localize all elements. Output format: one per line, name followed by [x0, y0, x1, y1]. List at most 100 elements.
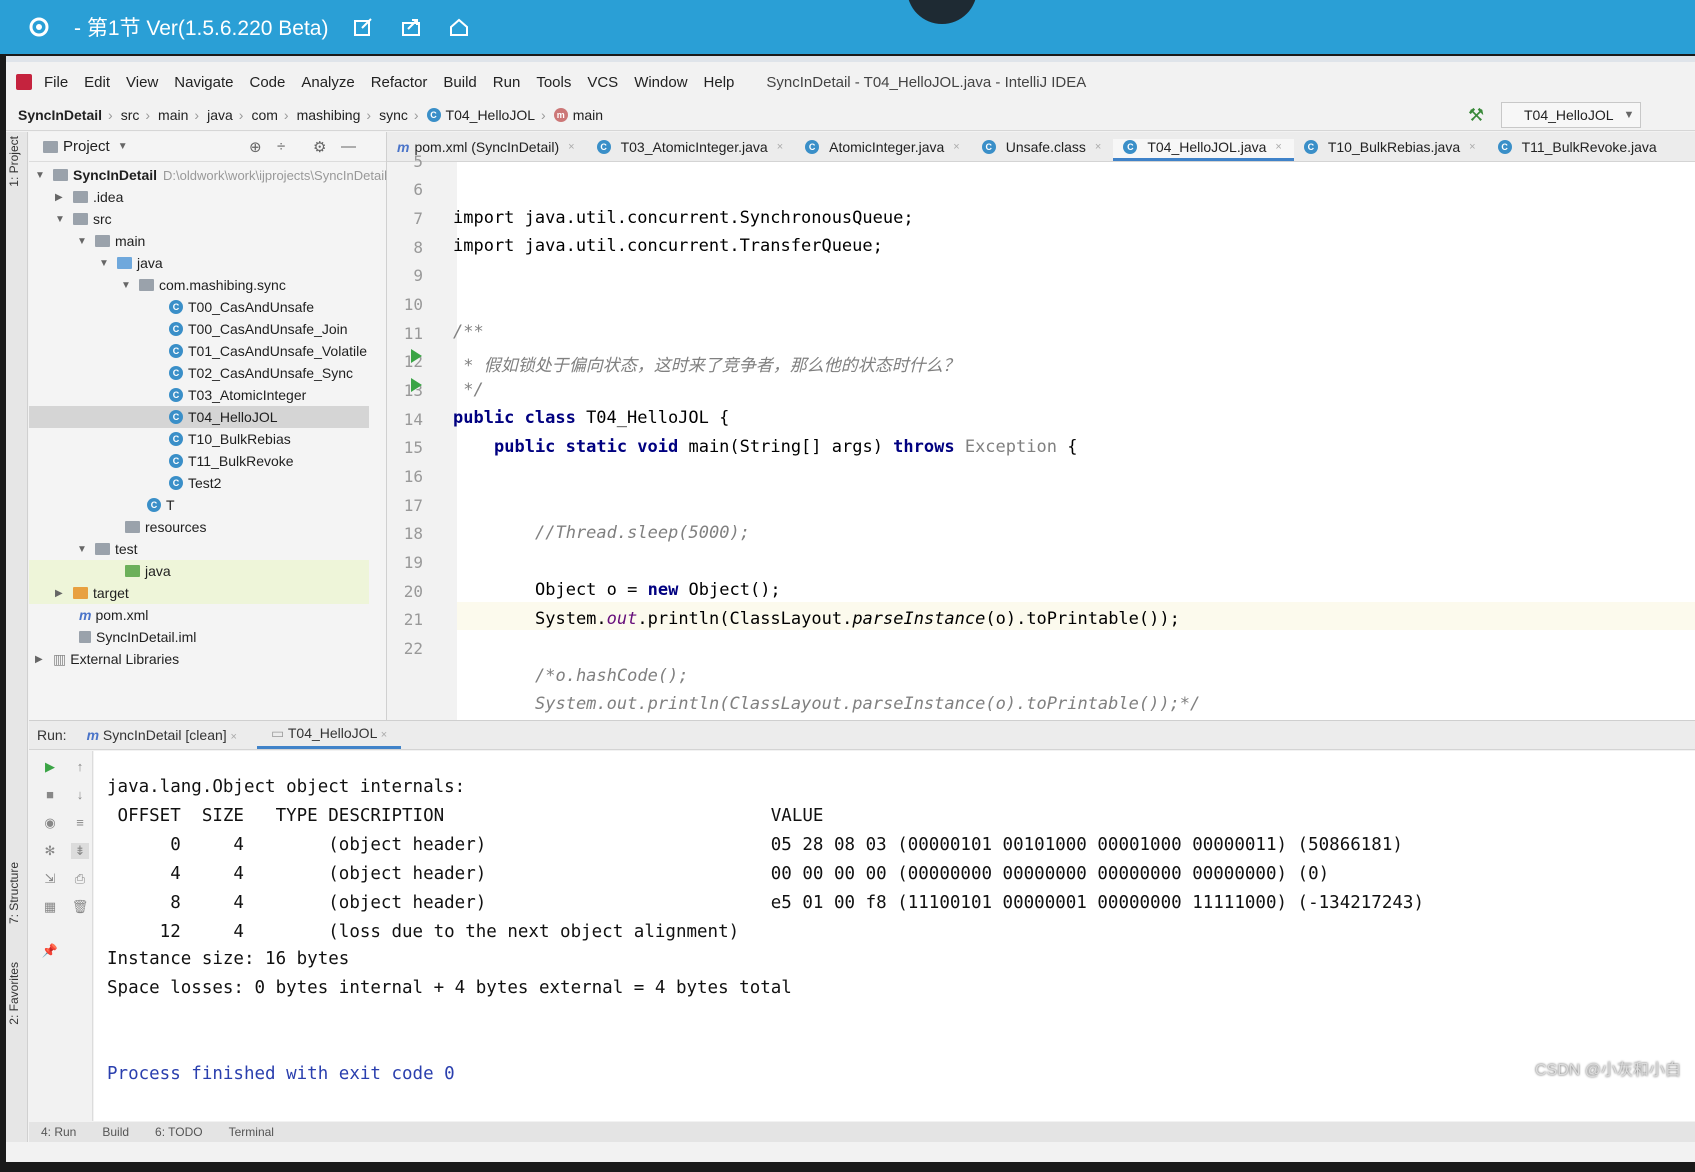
tree-item-test-java[interactable]: java — [29, 560, 369, 582]
menu-file[interactable]: File — [44, 74, 68, 91]
tree-item-class[interactable]: C T10_BulkRebias — [169, 428, 291, 450]
tree-item-class[interactable]: C T00_CasAndUnsafe — [169, 296, 314, 318]
tree-item-class[interactable]: C T00_CasAndUnsafe_Join — [169, 318, 348, 340]
tree-item-class[interactable]: C T — [147, 494, 175, 516]
rerun-icon[interactable]: ▶ — [41, 759, 59, 775]
tree-item-idea[interactable]: ▶ .idea — [55, 186, 123, 208]
menu-run[interactable]: Run — [493, 74, 521, 91]
menu-window[interactable]: Window — [634, 74, 687, 91]
tree-item-project-root[interactable]: ▼ SyncInDetail D:\oldwork\work\ijproject… — [35, 164, 387, 186]
tab-t03-atomicinteger[interactable]: C T03_AtomicInteger.java × — [587, 139, 796, 161]
run-class-icon[interactable] — [411, 349, 422, 363]
menu-edit[interactable]: Edit — [84, 74, 110, 91]
tree-item-package[interactable]: ▼ com.mashibing.sync — [121, 274, 286, 296]
debug-icon[interactable]: ✻ — [41, 843, 59, 859]
tree-item-test[interactable]: ▼ test — [77, 538, 138, 560]
menu-tools[interactable]: Tools — [536, 74, 571, 91]
tab-t10-bulkrebias[interactable]: C T10_BulkRebias.java × — [1294, 139, 1488, 161]
line-number: 22 — [403, 639, 423, 658]
tree-item-class[interactable]: C Test2 — [169, 472, 221, 494]
pin-icon[interactable]: 📌 — [41, 943, 59, 959]
structure-tool-tab[interactable]: 7: Structure — [7, 862, 21, 924]
run-config-select[interactable]: T04_HelloJOL ▼ — [1501, 102, 1641, 128]
tab-atomicinteger[interactable]: C AtomicInteger.java × — [795, 139, 972, 161]
breadcrumb-item[interactable]: com — [251, 107, 277, 123]
close-icon[interactable]: × — [1275, 141, 1281, 153]
exit-icon[interactable]: ⇲ — [41, 871, 59, 887]
breadcrumb-item[interactable]: mashibing — [297, 107, 361, 123]
home-icon[interactable] — [446, 14, 472, 40]
menu-help[interactable]: Help — [704, 74, 735, 91]
menu-vcs[interactable]: VCS — [587, 74, 618, 91]
close-icon[interactable]: × — [953, 141, 959, 153]
edit-icon[interactable] — [350, 14, 376, 40]
close-icon[interactable]: × — [1469, 141, 1475, 153]
tab-label: AtomicInteger.java — [829, 139, 945, 155]
soft-wrap-icon[interactable]: ≡ — [71, 815, 89, 831]
stop-icon[interactable]: ■ — [41, 787, 59, 803]
tree-item-class-selected[interactable]: C T04_HelloJOL — [29, 406, 369, 428]
scroll-down-icon[interactable]: ↓ — [71, 787, 89, 803]
chevron-down-icon[interactable]: ▼ — [118, 141, 128, 152]
breadcrumb-item[interactable]: SyncInDetail — [18, 107, 102, 123]
tab-unsafe-class[interactable]: C Unsafe.class × — [972, 139, 1114, 161]
tree-item-main[interactable]: ▼ main — [77, 230, 145, 252]
todo-tool-button[interactable]: 6: TODO — [155, 1125, 203, 1139]
tree-item-label: T — [166, 497, 175, 513]
tree-item-class[interactable]: C T01_CasAndUnsafe_Volatile — [169, 340, 367, 362]
tree-item-target[interactable]: ▶ target — [29, 582, 369, 604]
build-hammer-icon[interactable]: ⚒ — [1468, 105, 1484, 126]
share-icon[interactable] — [398, 14, 424, 40]
breadcrumb-item[interactable]: main — [158, 107, 188, 123]
breadcrumb-item[interactable]: T04_HelloJOL — [446, 107, 536, 123]
trash-icon[interactable]: 🗑 — [71, 899, 89, 915]
breadcrumb-item[interactable]: java — [207, 107, 233, 123]
build-tool-button[interactable]: Build — [102, 1125, 129, 1139]
locate-icon[interactable]: ⊕ — [249, 138, 262, 156]
close-icon[interactable]: × — [568, 141, 574, 153]
project-view-select[interactable]: Project — [63, 138, 110, 155]
tree-item-class[interactable]: C T03_AtomicInteger — [169, 384, 306, 406]
tree-item-class[interactable]: C T02_CasAndUnsafe_Sync — [169, 362, 353, 384]
menu-build[interactable]: Build — [443, 74, 476, 91]
scroll-to-end-icon[interactable]: ⇟ — [71, 843, 89, 859]
close-icon[interactable]: × — [231, 731, 237, 743]
tree-item-resources[interactable]: resources — [125, 516, 206, 538]
tree-item-pom[interactable]: m pom.xml — [79, 604, 148, 626]
favorites-tool-tab[interactable]: 2: Favorites — [7, 962, 21, 1025]
run-tool-button[interactable]: 4: Run — [41, 1125, 76, 1139]
tab-t11-bulkrevoke[interactable]: C T11_BulkRevoke.java — [1488, 139, 1669, 161]
tree-item-class[interactable]: C T11_BulkRevoke — [169, 450, 294, 472]
terminal-tool-button[interactable]: Terminal — [229, 1125, 274, 1139]
scroll-up-icon[interactable]: ↑ — [71, 759, 89, 775]
tree-item-iml[interactable]: SyncInDetail.iml — [79, 626, 196, 648]
menu-analyze[interactable]: Analyze — [301, 74, 354, 91]
run-tab-clean[interactable]: m SyncInDetail [clean] × — [87, 727, 237, 743]
collapse-all-icon[interactable]: ÷ — [277, 138, 285, 155]
hide-panel-icon[interactable]: — — [341, 138, 356, 155]
console-output[interactable]: java.lang.Object object internals: OFFSE… — [94, 751, 1695, 1121]
project-tool-tab[interactable]: 1: Project — [7, 136, 21, 187]
menu-code[interactable]: Code — [249, 74, 285, 91]
tree-item-src[interactable]: ▼ src — [55, 208, 112, 230]
tab-t04-hellojol[interactable]: C T04_HelloJOL.java × — [1113, 139, 1294, 161]
close-icon[interactable]: × — [1095, 141, 1101, 153]
close-icon[interactable]: × — [381, 729, 387, 741]
layout-icon[interactable]: ▦ — [41, 899, 59, 915]
menu-view[interactable]: View — [126, 74, 158, 91]
gear-icon[interactable]: ⚙ — [313, 138, 326, 156]
menu-refactor[interactable]: Refactor — [371, 74, 428, 91]
breadcrumb-item[interactable]: src — [121, 107, 140, 123]
breadcrumb-item[interactable]: sync — [379, 107, 408, 123]
tree-item-external-libraries[interactable]: ▶ ▥ External Libraries — [35, 648, 179, 670]
print-icon[interactable]: ⎙ — [71, 871, 89, 887]
breadcrumb-item[interactable]: main — [573, 107, 603, 123]
settings-icon[interactable] — [26, 14, 52, 40]
camera-icon[interactable]: ◉ — [41, 815, 59, 831]
tree-item-java[interactable]: ▼ java — [99, 252, 163, 274]
menu-navigate[interactable]: Navigate — [174, 74, 233, 91]
run-main-icon[interactable] — [411, 378, 422, 392]
close-icon[interactable]: × — [777, 141, 783, 153]
run-tab-hellojol[interactable]: ▭ T04_HelloJOL × — [256, 721, 402, 749]
code-editor[interactable]: m pom.xml (SyncInDetail) × C T03_AtomicIn… — [387, 132, 1695, 720]
